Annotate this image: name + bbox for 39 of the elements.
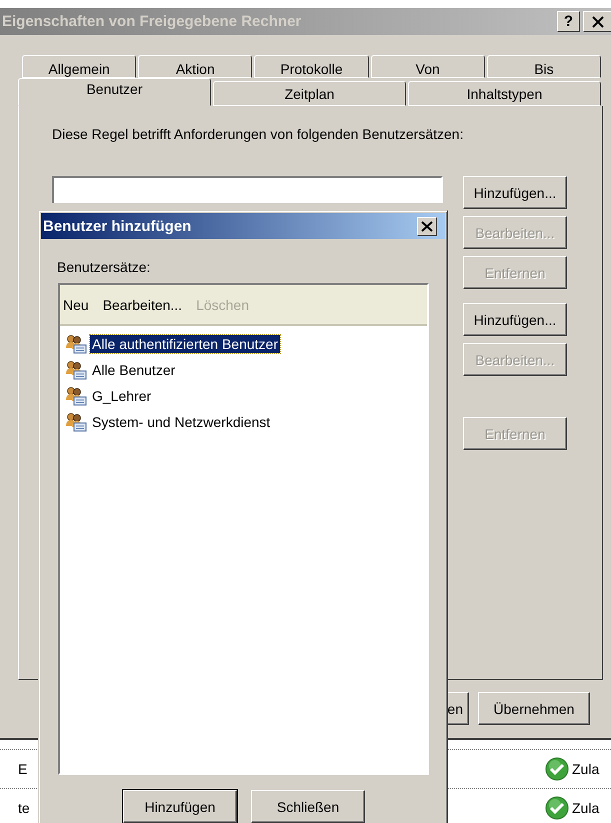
- table-cell: E: [18, 761, 28, 777]
- tab[interactable]: Protokolle: [254, 55, 369, 78]
- list-item[interactable]: Alle Benutzer: [90, 361, 178, 379]
- list-box[interactable]: [52, 176, 443, 203]
- dialog-title: Benutzer hinzufügen: [42, 218, 192, 234]
- help-button[interactable]: ?: [557, 11, 580, 32]
- list-label: Benutzersätze:: [57, 259, 152, 275]
- check-icon: [545, 757, 569, 781]
- tab[interactable]: Benutzer: [18, 78, 211, 106]
- tab[interactable]: Bis: [486, 55, 602, 78]
- list-item[interactable]: System- und Netzwerkdienst: [90, 413, 272, 431]
- description-text: Diese Regel betrifft Anforderungen von folgenden Benutzersätzen:: [52, 126, 464, 142]
- users-icon: [65, 412, 87, 432]
- close-button[interactable]: [417, 216, 437, 236]
- table-cell: te: [18, 800, 30, 816]
- tab[interactable]: Allgemein: [22, 55, 136, 78]
- users-icon: [65, 334, 87, 354]
- tab[interactable]: Aktion: [138, 55, 252, 78]
- list-item[interactable]: Alle authentifizierten Benutzer: [90, 335, 280, 353]
- window-title: Eigenschaften von Freigegebene Rechner: [1, 13, 302, 30]
- check-icon: [545, 796, 569, 820]
- status-text: Zula: [572, 761, 600, 777]
- footer-button[interactable]: Übernehmen: [478, 692, 590, 725]
- tab[interactable]: Zeitplan: [213, 81, 406, 106]
- action-button[interactable]: Hinzufügen...: [463, 176, 567, 209]
- users-icon: [65, 360, 87, 380]
- close-icon: [421, 220, 433, 232]
- toolbar-item[interactable]: Bearbeiten...: [102, 296, 182, 312]
- action-button[interactable]: Hinzufügen...: [463, 303, 567, 336]
- close-icon: [590, 16, 604, 28]
- users-icon: [65, 386, 87, 406]
- list-item[interactable]: G_Lehrer: [90, 387, 154, 405]
- dialog-button[interactable]: Hinzufügen: [123, 790, 237, 823]
- status-text: Zula: [572, 800, 600, 816]
- dialog-button[interactable]: Schließen: [251, 790, 365, 823]
- toolbar-item[interactable]: Neu: [63, 296, 89, 312]
- tab[interactable]: Von: [370, 55, 485, 78]
- close-button[interactable]: [583, 11, 611, 32]
- tab[interactable]: Inhaltstypen: [408, 81, 601, 106]
